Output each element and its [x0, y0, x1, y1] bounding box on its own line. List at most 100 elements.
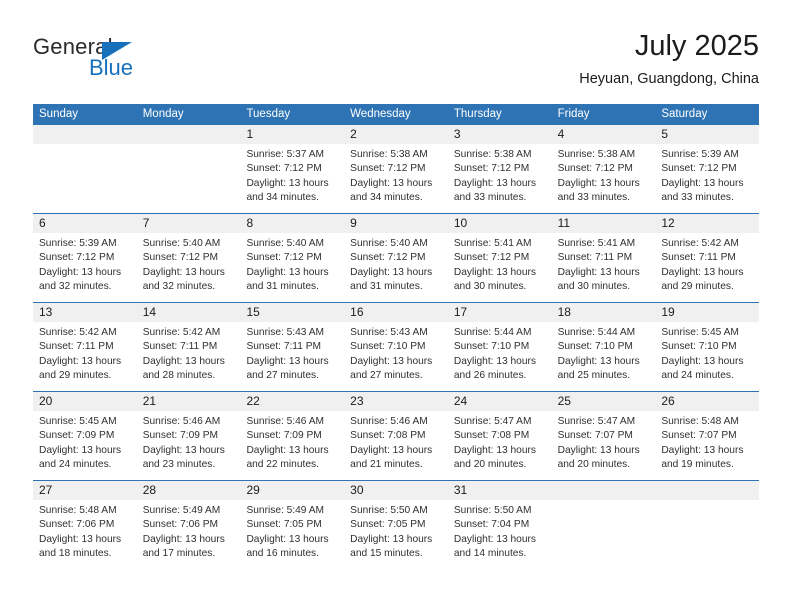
day-cell[interactable]: Sunrise: 5:42 AM Sunset: 7:11 PM Daylight:…: [33, 322, 137, 391]
day-sunrise-text: Sunrise: 5:45 AM: [39, 416, 117, 427]
day-number[interactable]: 29: [240, 481, 344, 500]
day-cell[interactable]: Sunrise: 5:43 AM Sunset: 7:10 PM Daylight:…: [344, 322, 448, 391]
day-number-empty: [552, 481, 656, 500]
day-number[interactable]: 27: [33, 481, 137, 500]
week-daynumber-band: 27 28 29 30 31: [33, 481, 759, 500]
day-daylight-line2-text: and 34 minutes.: [350, 192, 423, 204]
day-cell[interactable]: Sunrise: 5:42 AM Sunset: 7:11 PM Daylight:…: [137, 322, 241, 391]
day-number[interactable]: 23: [344, 392, 448, 411]
day-sunrise-text: Sunrise: 5:42 AM: [142, 327, 221, 338]
day-daylight-line1-text: Daylight: 13 hours: [142, 444, 225, 456]
day-number[interactable]: 30: [344, 481, 448, 500]
day-cell[interactable]: Sunrise: 5:38 AM Sunset: 7:12 PM Daylight:…: [344, 144, 448, 213]
day-number[interactable]: 22: [240, 392, 344, 411]
day-daylight-line1-text: Daylight: 13 hours: [661, 177, 744, 189]
calendar-week-row: 1 2 3 4 5 Sunrise: 5:37 AM Sunset: 7:12 PM Dayl…: [33, 125, 759, 213]
day-number[interactable]: 11: [552, 214, 656, 233]
day-number[interactable]: 7: [137, 214, 241, 233]
day-number[interactable]: 15: [240, 303, 344, 322]
day-cell[interactable]: Sunrise: 5:39 AM Sunset: 7:12 PM Daylight:…: [655, 144, 759, 213]
day-cell[interactable]: Sunrise: 5:46 AM Sunset: 7:08 PM Daylight:…: [344, 411, 448, 480]
day-cell[interactable]: Sunrise: 5:37 AM Sunset: 7:12 PM Daylight:…: [240, 144, 344, 213]
page-subtitle: Heyuan, Guangdong, China: [579, 71, 759, 87]
day-sunrise-text: Sunrise: 5:44 AM: [453, 327, 532, 338]
week-daynumber-band: 20 21 22 23 24 25 26: [33, 392, 759, 411]
day-number[interactable]: 2: [344, 125, 448, 144]
day-cell[interactable]: Sunrise: 5:44 AM Sunset: 7:10 PM Daylight:…: [448, 322, 552, 391]
day-number[interactable]: 8: [240, 214, 344, 233]
day-daylight-line2-text: and 23 minutes.: [142, 459, 216, 471]
day-cell[interactable]: Sunrise: 5:49 AM Sunset: 7:06 PM Daylight:…: [137, 500, 241, 569]
day-cell[interactable]: Sunrise: 5:50 AM Sunset: 7:05 PM Daylight:…: [344, 500, 448, 569]
day-number[interactable]: 12: [655, 214, 759, 233]
day-number[interactable]: 19: [655, 303, 759, 322]
day-number[interactable]: 10: [448, 214, 552, 233]
week-daynumber-band: 6 7 8 9 10 11 12: [33, 214, 759, 233]
day-sunset-text: Sunset: 7:10 PM: [557, 341, 633, 353]
day-sunset-text: Sunset: 7:10 PM: [661, 341, 737, 353]
day-cell[interactable]: Sunrise: 5:40 AM Sunset: 7:12 PM Daylight:…: [344, 233, 448, 302]
day-sunrise-text: Sunrise: 5:43 AM: [350, 327, 428, 338]
day-cell[interactable]: Sunrise: 5:47 AM Sunset: 7:08 PM Daylight:…: [448, 411, 552, 480]
day-cell[interactable]: Sunrise: 5:44 AM Sunset: 7:10 PM Daylight:…: [552, 322, 656, 391]
general-blue-logo[interactable]: General Blue: [33, 34, 233, 90]
day-number[interactable]: 21: [137, 392, 241, 411]
day-daylight-line1-text: Daylight: 13 hours: [142, 533, 225, 545]
day-number[interactable]: 14: [137, 303, 241, 322]
day-number[interactable]: 18: [552, 303, 656, 322]
day-daylight-line1-text: Daylight: 13 hours: [661, 355, 744, 367]
day-cell[interactable]: Sunrise: 5:41 AM Sunset: 7:12 PM Daylight:…: [448, 233, 552, 302]
day-number[interactable]: 5: [655, 125, 759, 144]
day-cell[interactable]: Sunrise: 5:45 AM Sunset: 7:10 PM Daylight:…: [655, 322, 759, 391]
day-cell[interactable]: Sunrise: 5:38 AM Sunset: 7:12 PM Daylight:…: [552, 144, 656, 213]
day-daylight-line2-text: and 32 minutes.: [142, 281, 216, 293]
day-daylight-line1-text: Daylight: 13 hours: [453, 533, 536, 545]
day-sunrise-text: Sunrise: 5:40 AM: [350, 238, 428, 249]
day-daylight-line2-text: and 24 minutes.: [39, 459, 112, 471]
day-cell[interactable]: Sunrise: 5:47 AM Sunset: 7:07 PM Daylight:…: [552, 411, 656, 480]
day-daylight-line2-text: and 27 minutes.: [350, 370, 423, 382]
day-sunrise-text: Sunrise: 5:50 AM: [453, 505, 532, 516]
day-daylight-line2-text: and 30 minutes.: [453, 281, 527, 293]
week-detail-band: Sunrise: 5:48 AM Sunset: 7:06 PM Daylight:…: [33, 500, 759, 569]
day-cell[interactable]: Sunrise: 5:48 AM Sunset: 7:06 PM Daylight:…: [33, 500, 137, 569]
day-number[interactable]: 20: [33, 392, 137, 411]
day-number[interactable]: 17: [448, 303, 552, 322]
calendar-weeks: 1 2 3 4 5 Sunrise: 5:37 AM Sunset: 7:12 PM Dayl…: [33, 125, 759, 569]
day-cell[interactable]: Sunrise: 5:49 AM Sunset: 7:05 PM Daylight:…: [240, 500, 344, 569]
day-number[interactable]: 4: [552, 125, 656, 144]
day-cell[interactable]: Sunrise: 5:39 AM Sunset: 7:12 PM Daylight:…: [33, 233, 137, 302]
day-cell[interactable]: Sunrise: 5:40 AM Sunset: 7:12 PM Daylight:…: [240, 233, 344, 302]
weekday-header-wednesday: Wednesday: [350, 108, 411, 120]
day-cell[interactable]: Sunrise: 5:50 AM Sunset: 7:04 PM Daylight:…: [448, 500, 552, 569]
day-number[interactable]: 26: [655, 392, 759, 411]
day-daylight-line1-text: Daylight: 13 hours: [39, 355, 122, 367]
day-cell[interactable]: Sunrise: 5:40 AM Sunset: 7:12 PM Daylight:…: [137, 233, 241, 302]
day-daylight-line2-text: and 21 minutes.: [350, 459, 423, 471]
day-number[interactable]: 24: [448, 392, 552, 411]
day-daylight-line2-text: and 20 minutes.: [557, 459, 631, 471]
day-cell[interactable]: Sunrise: 5:42 AM Sunset: 7:11 PM Daylight:…: [655, 233, 759, 302]
day-sunset-text: Sunset: 7:12 PM: [39, 252, 115, 264]
day-number-empty: [33, 125, 137, 144]
day-cell[interactable]: Sunrise: 5:46 AM Sunset: 7:09 PM Daylight:…: [240, 411, 344, 480]
weekday-header-saturday: Saturday: [661, 108, 708, 120]
day-cell[interactable]: Sunrise: 5:48 AM Sunset: 7:07 PM Daylight:…: [655, 411, 759, 480]
day-number[interactable]: 1: [240, 125, 344, 144]
day-number[interactable]: 31: [448, 481, 552, 500]
day-cell[interactable]: Sunrise: 5:43 AM Sunset: 7:11 PM Daylight:…: [240, 322, 344, 391]
day-number[interactable]: 6: [33, 214, 137, 233]
day-number[interactable]: 16: [344, 303, 448, 322]
day-cell[interactable]: Sunrise: 5:45 AM Sunset: 7:09 PM Daylight:…: [33, 411, 137, 480]
day-number[interactable]: 28: [137, 481, 241, 500]
day-number[interactable]: 3: [448, 125, 552, 144]
day-cell[interactable]: Sunrise: 5:41 AM Sunset: 7:11 PM Daylight:…: [552, 233, 656, 302]
day-number[interactable]: 9: [344, 214, 448, 233]
day-cell[interactable]: Sunrise: 5:46 AM Sunset: 7:09 PM Daylight:…: [137, 411, 241, 480]
day-number[interactable]: 25: [552, 392, 656, 411]
day-sunset-text: Sunset: 7:12 PM: [453, 252, 530, 264]
day-daylight-line1-text: Daylight: 13 hours: [142, 266, 225, 278]
day-cell[interactable]: Sunrise: 5:38 AM Sunset: 7:12 PM Daylight:…: [448, 144, 552, 213]
day-number[interactable]: 13: [33, 303, 137, 322]
day-sunset-text: Sunset: 7:09 PM: [246, 430, 322, 442]
